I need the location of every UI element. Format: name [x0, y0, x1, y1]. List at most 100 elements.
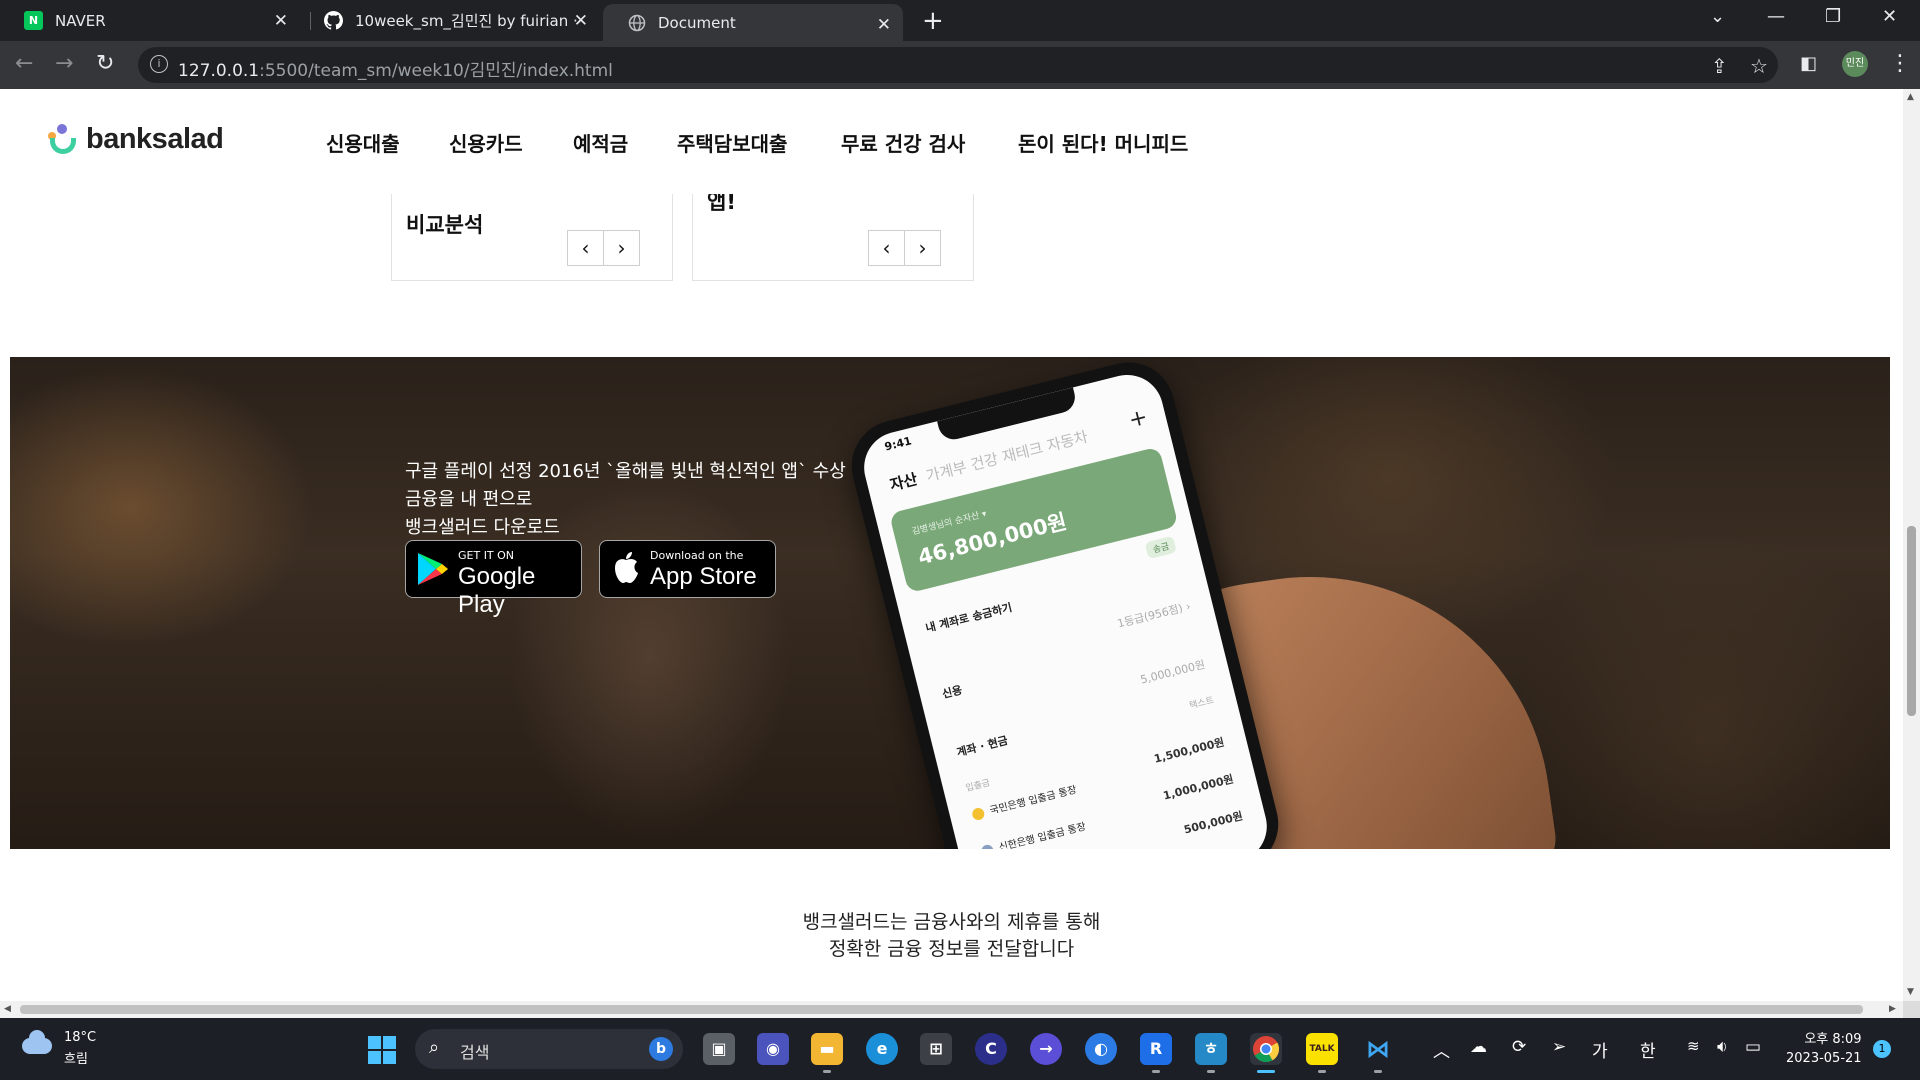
horizontal-scroll-thumb[interactable]: [20, 1005, 1863, 1014]
ime-mode-indicator[interactable]: 가: [1592, 1037, 1608, 1062]
scroll-left-arrow-icon[interactable]: ◀: [4, 1004, 11, 1014]
ime-language-indicator[interactable]: 한: [1640, 1037, 1656, 1062]
close-icon[interactable]: ✕: [274, 11, 288, 31]
github-icon: [324, 11, 343, 30]
teams-chat-icon[interactable]: ◉: [757, 1033, 789, 1065]
google-play-small: GET IT ON: [458, 549, 515, 562]
vertical-scroll-thumb[interactable]: [1907, 526, 1916, 716]
volume-icon[interactable]: 🔉︎: [1717, 1037, 1728, 1057]
account-name: 신한은행 입출금 통장: [997, 821, 1088, 849]
menu-kebab-icon[interactable]: ⋮: [1889, 51, 1911, 76]
location-icon[interactable]: ➢: [1552, 1037, 1566, 1057]
taskbar-search[interactable]: ⌕ 검색 b: [415, 1029, 683, 1069]
scroll-up-arrow-icon[interactable]: ▲: [1907, 92, 1914, 102]
sync-icon[interactable]: ⟳: [1512, 1037, 1526, 1057]
google-play-button[interactable]: GET IT ON Google Play: [405, 540, 582, 618]
partnership-text-2: 정확한 금융 정보를 전달합니다: [828, 938, 1075, 960]
banksalad-logo[interactable]: banksalad: [48, 123, 224, 156]
cash-total: 5,000,000원: [1139, 657, 1207, 687]
cash-row: 계좌 · 현금: [955, 733, 1010, 760]
clock-date: 2023-05-21: [1786, 1051, 1862, 1066]
nav-item-mortgage[interactable]: 주택담보대출: [677, 128, 787, 157]
plus-icon: +: [1126, 404, 1151, 434]
app-store-big: App Store: [650, 563, 757, 590]
hancom-icon[interactable]: ㅎ: [1195, 1033, 1227, 1065]
nav-item-savings[interactable]: 예적금: [573, 128, 628, 157]
notification-badge[interactable]: 1: [1873, 1040, 1891, 1058]
app-store-button[interactable]: Download on the App Store: [599, 540, 776, 598]
scrollbar-corner: [1903, 1001, 1920, 1018]
start-button[interactable]: [368, 1036, 396, 1064]
restore-button[interactable]: ❐: [1825, 6, 1841, 27]
onedrive-icon[interactable]: ☁: [1470, 1037, 1487, 1057]
address-url: 127.0.0.1:5500/team_sm/week10/김민진/index.…: [178, 56, 613, 81]
deposit-label: 입출금: [964, 778, 992, 795]
app-download-banner: 9:41 자산 가계부 건강 재테크 자동차 + 김병생님의 순자산 ▾ 46,…: [10, 357, 1890, 849]
close-icon[interactable]: ✕: [877, 15, 891, 35]
phone-time: 9:41: [883, 434, 913, 454]
window-close-button[interactable]: ✕: [1882, 6, 1897, 27]
credit-row: 신용: [940, 683, 964, 701]
minimize-button[interactable]: —: [1767, 6, 1785, 27]
r-app-icon[interactable]: R: [1140, 1033, 1172, 1065]
apple-icon: [615, 552, 638, 583]
battery-icon[interactable]: ▭: [1745, 1037, 1761, 1057]
tab-document[interactable]: Document ✕: [603, 4, 903, 41]
tab-naver[interactable]: N NAVER ✕: [0, 0, 300, 41]
bank-logo-icon: [980, 843, 995, 849]
browser-tab-strip: N NAVER ✕ 10week_sm_김민진 by fuirian · P ✕…: [0, 0, 1920, 41]
nav-item-money-feed[interactable]: 돈이 된다! 머니피드: [1018, 128, 1188, 157]
system-clock[interactable]: 오후 8:09 2023-05-21: [1786, 1030, 1862, 1068]
nav-item-health-check[interactable]: 무료 건강 검사: [841, 128, 965, 157]
bookmark-star-icon[interactable]: ☆: [1750, 54, 1768, 78]
card-next-button[interactable]: ›: [904, 230, 941, 266]
bank-logo-icon: [971, 806, 986, 822]
phone-tab-active: 자산: [888, 470, 920, 495]
scroll-right-arrow-icon[interactable]: ▶: [1889, 1004, 1896, 1014]
phone-screen: 9:41 자산 가계부 건강 재테크 자동차 + 김병생님의 순자산 ▾ 46,…: [856, 367, 1275, 849]
card-next-button[interactable]: ›: [603, 230, 640, 266]
tab-title: 10week_sm_김민진 by fuirian · P: [355, 12, 580, 30]
forward-button[interactable]: →: [55, 51, 73, 76]
chrome-icon[interactable]: [1250, 1033, 1282, 1065]
side-panel-icon[interactable]: ◧: [1800, 53, 1817, 74]
tab-search-chevron-icon[interactable]: ⌄: [1710, 6, 1725, 27]
tray-overflow-chevron-icon[interactable]: ︿: [1433, 1037, 1450, 1062]
new-tab-button[interactable]: +: [922, 6, 944, 36]
vscode-icon[interactable]: ⋈: [1362, 1033, 1394, 1065]
clock-time: 오후 8:09: [1804, 1032, 1862, 1047]
search-app-icon[interactable]: C: [975, 1033, 1007, 1065]
salad-bowl-icon: [48, 123, 78, 156]
kakaotalk-icon[interactable]: TALK: [1306, 1033, 1338, 1065]
banner-award-text: 구글 플레이 선정 2016년 `올해를 빛낸 혁신적인 앱` 수상: [405, 461, 846, 482]
vertical-scrollbar[interactable]: ▲ ▼: [1903, 89, 1920, 1001]
card-prev-button[interactable]: ‹: [567, 230, 604, 266]
back-button[interactable]: ←: [15, 51, 33, 76]
scroll-down-arrow-icon[interactable]: ▼: [1907, 987, 1914, 997]
account-amount: 1,000,000원: [1161, 772, 1235, 803]
address-bar[interactable]: i 127.0.0.1:5500/team_sm/week10/김민진/inde…: [138, 47, 1778, 83]
nav-item-credit-card[interactable]: 신용카드: [449, 128, 523, 157]
search-placeholder: 검색: [460, 1043, 490, 1062]
product-card: 앱! ‹ ›: [692, 190, 974, 281]
profile-avatar[interactable]: 민진: [1842, 51, 1868, 77]
tab-title: Document: [658, 13, 736, 32]
edge-icon[interactable]: e: [866, 1033, 898, 1065]
horizontal-scrollbar[interactable]: ◀ ▶: [0, 1001, 1903, 1018]
close-icon[interactable]: ✕: [574, 11, 588, 31]
wifi-icon[interactable]: ≋: [1687, 1037, 1700, 1055]
tab-github[interactable]: 10week_sm_김민진 by fuirian · P ✕: [300, 0, 600, 41]
bing-icon[interactable]: b: [649, 1037, 673, 1061]
account-amount: 1,500,000원: [1152, 735, 1226, 766]
file-explorer-icon[interactable]: ▬: [811, 1033, 843, 1065]
card-prev-button[interactable]: ‹: [868, 230, 905, 266]
task-view-icon[interactable]: ▣: [703, 1033, 735, 1065]
reload-button[interactable]: ↻: [96, 51, 114, 76]
arrow-app-icon[interactable]: →: [1030, 1033, 1062, 1065]
nav-item-credit-loan[interactable]: 신용대출: [326, 128, 400, 157]
cloud-icon: [22, 1030, 52, 1054]
microsoft-store-icon[interactable]: ⊞: [920, 1033, 952, 1065]
site-info-icon[interactable]: i: [150, 55, 168, 73]
share-icon[interactable]: ⇪: [1711, 54, 1728, 78]
chat-app-icon[interactable]: ◐: [1085, 1033, 1117, 1065]
